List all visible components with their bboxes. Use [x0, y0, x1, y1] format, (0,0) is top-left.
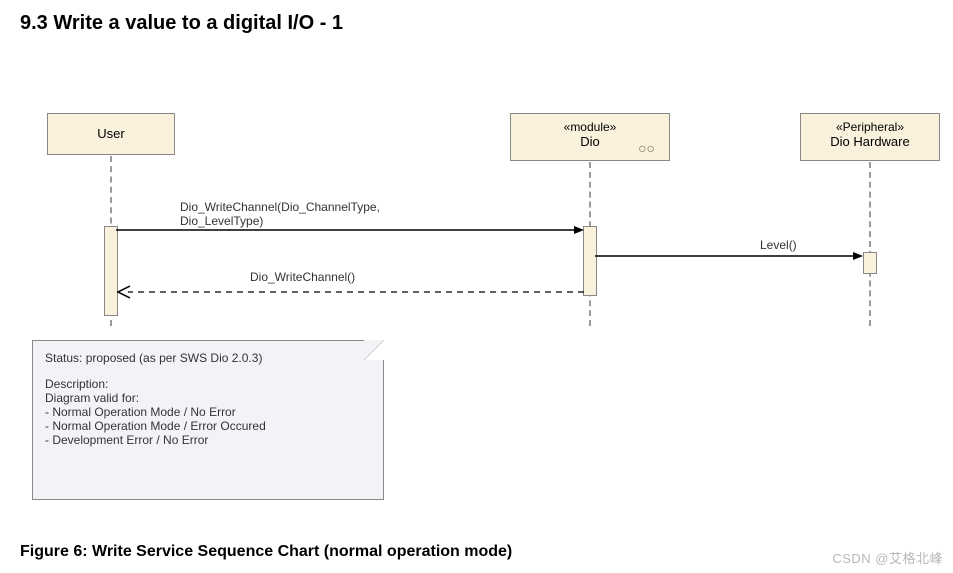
- note-line-1: Diagram valid for:: [45, 391, 371, 405]
- note-line-4: - Development Error / No Error: [45, 433, 371, 447]
- watermark-text: CSDN @艾格北峰: [832, 548, 943, 567]
- note-status: Status: proposed (as per SWS Dio 2.0.3): [45, 351, 371, 365]
- diagram-note: Status: proposed (as per SWS Dio 2.0.3) …: [32, 340, 384, 500]
- lifeline-dio: «module» Dio ○○: [510, 113, 670, 161]
- message-arrow-level: [595, 252, 863, 264]
- message-arrow-return: [116, 286, 584, 300]
- note-line-2: - Normal Operation Mode / No Error: [45, 405, 371, 419]
- note-description-label: Description:: [45, 377, 371, 391]
- note-fold-icon: [364, 340, 384, 360]
- message-label-return: Dio_WriteChannel(): [250, 270, 355, 284]
- figure-caption: Figure 6: Write Service Sequence Chart (…: [20, 543, 512, 561]
- lifeline-peripheral: «Peripheral» Dio Hardware: [800, 113, 940, 161]
- lifeline-dio-stereotype: «module»: [515, 120, 665, 134]
- activation-peripheral: [863, 252, 877, 274]
- message-label-level: Level(): [760, 238, 797, 252]
- lifeline-user-name: User: [52, 120, 170, 148]
- message-label-write-channel: Dio_WriteChannel(Dio_ChannelType, Dio_Le…: [180, 200, 380, 228]
- activation-user: [104, 226, 118, 316]
- glasses-icon: ○○: [638, 140, 655, 156]
- section-heading: 9.3 Write a value to a digital I/O - 1: [20, 12, 343, 35]
- note-line-3: - Normal Operation Mode / Error Occured: [45, 419, 371, 433]
- lifeline-dash-peripheral: [869, 162, 871, 326]
- lifeline-user: User: [47, 113, 175, 155]
- lifeline-peripheral-stereotype: «Peripheral»: [805, 120, 935, 134]
- lifeline-peripheral-name: Dio Hardware: [805, 134, 935, 149]
